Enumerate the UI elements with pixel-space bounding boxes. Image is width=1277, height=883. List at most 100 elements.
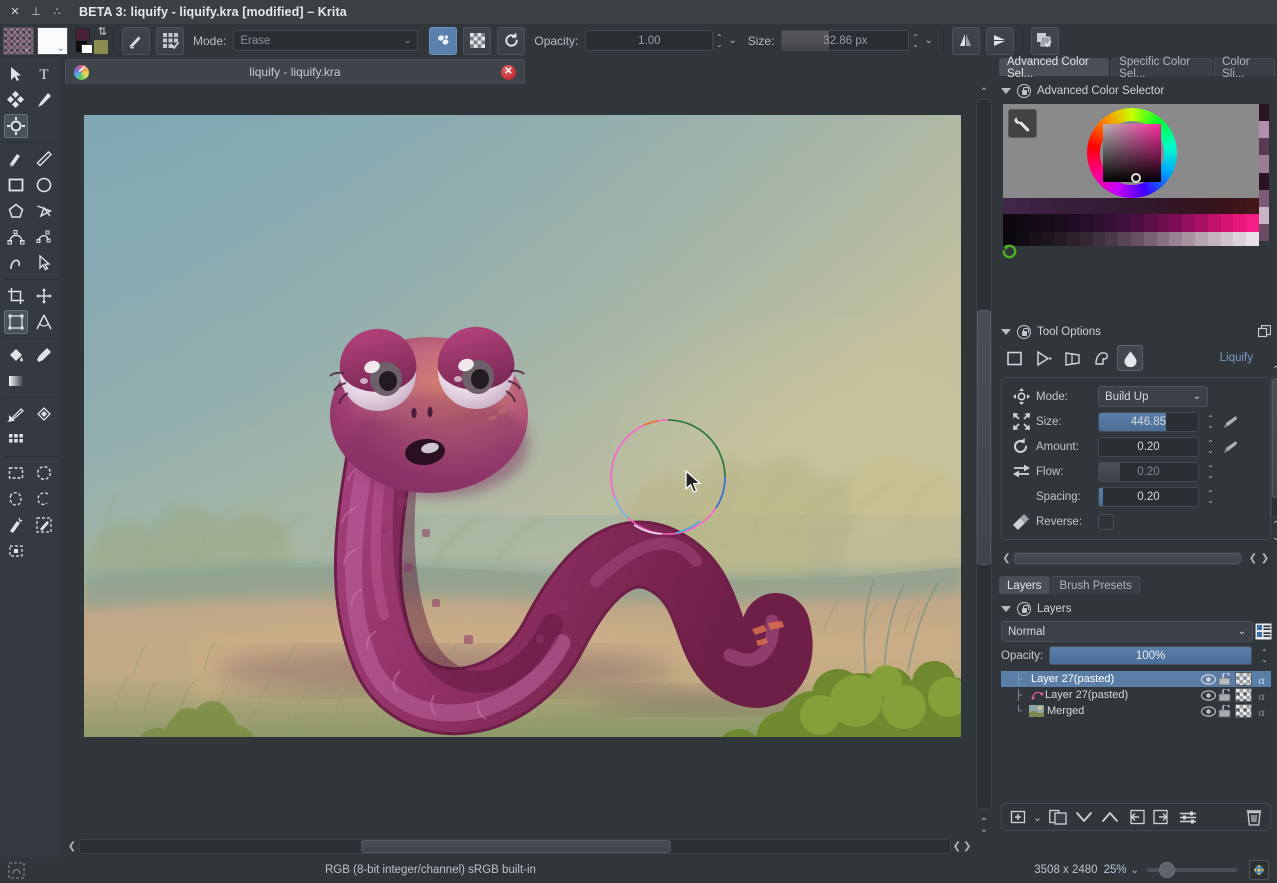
freehand-brush-icon[interactable]: [122, 27, 150, 55]
mirror-vertical-icon[interactable]: [986, 27, 1014, 55]
move-layer-right-button[interactable]: [1150, 806, 1174, 828]
advanced-color-selector[interactable]: [995, 104, 1277, 247]
tool-options-scroll-thumb[interactable]: [1272, 378, 1277, 498]
sidebar-item-transform-tool[interactable]: [4, 310, 28, 334]
tool-options-hscroll-thumb[interactable]: [1014, 553, 1241, 564]
lock-icon[interactable]: [1017, 325, 1031, 339]
sidebar-item-bezier-curve-tool[interactable]: [4, 225, 28, 249]
sidebar-item-multibrush-tool[interactable]: [32, 251, 56, 275]
sidebar-item-calligraphy-tool[interactable]: [32, 88, 56, 112]
zoom-dropdown-icon[interactable]: ⌄: [1131, 865, 1139, 876]
liquify-size-field[interactable]: 446.85: [1098, 412, 1199, 432]
liquify-grow-icon[interactable]: [1006, 412, 1036, 431]
scroll-down-arrow[interactable]: ⌃⌄: [975, 817, 993, 835]
sidebar-item-dynamic-brush-tool[interactable]: [4, 251, 28, 275]
artwork-image[interactable]: [84, 115, 961, 737]
layer-alpha-icon[interactable]: α: [1254, 673, 1269, 686]
brush-preset-swatch[interactable]: ⌄: [3, 27, 34, 55]
scroll-down-arrow-2[interactable]: ⌄: [1270, 531, 1277, 543]
sidebar-item-freehand-select-tool[interactable]: [32, 487, 56, 511]
layer-properties-button[interactable]: [1124, 806, 1148, 828]
scroll-down-arrow-1[interactable]: ⌃: [1270, 519, 1277, 531]
sidebar-item-color-picker-tool[interactable]: [32, 343, 56, 367]
sidebar-item-text-tool[interactable]: T: [32, 62, 56, 86]
opacity-spinner[interactable]: ⌃⌄: [713, 34, 725, 48]
liquify-undo-icon[interactable]: [1006, 512, 1036, 531]
reload-preset-icon[interactable]: [497, 27, 525, 55]
scroll-right-arrows[interactable]: ❮❯: [951, 838, 973, 855]
gradient-swatch[interactable]: ⌄: [37, 27, 68, 55]
canvas-horizontal-scrollbar[interactable]: ❮ ❮❯: [65, 838, 973, 855]
layer-lock-icon[interactable]: [1218, 705, 1233, 718]
eraser-mode-icon[interactable]: [429, 27, 457, 55]
canvas-viewport[interactable]: [65, 85, 973, 835]
layer-settings-button[interactable]: [1176, 806, 1200, 828]
sidebar-item-polygonal-select-tool[interactable]: [4, 487, 28, 511]
sidebar-item-rectangular-select-tool[interactable]: [4, 461, 28, 485]
warp-transform-icon[interactable]: [1088, 345, 1114, 371]
window-minimize-button[interactable]: ⊥: [30, 6, 42, 18]
reverse-checkbox[interactable]: [1098, 514, 1114, 530]
size-pressure-icon[interactable]: [1222, 414, 1238, 429]
layer-thumbnail[interactable]: [1235, 672, 1252, 686]
sidebar-item-ellipse-tool[interactable]: [32, 173, 56, 197]
lock-icon[interactable]: [1017, 602, 1031, 616]
sidebar-item-freehand-brush-tool[interactable]: [4, 114, 28, 138]
palette-history-strip[interactable]: [1259, 104, 1269, 241]
layer-visibility-icon[interactable]: [1201, 674, 1216, 685]
fit-page-icon[interactable]: [1249, 860, 1269, 880]
table-row[interactable]: ├ Layer 27(pasted) α: [1001, 687, 1271, 703]
scroll-prev-arrow[interactable]: ❮: [1247, 552, 1259, 565]
size-spinner[interactable]: ⌃⌄: [909, 34, 921, 48]
sidebar-item-move-tool[interactable]: [32, 284, 56, 308]
layer-blend-mode-combo[interactable]: Normal ⌄: [1001, 621, 1253, 642]
layer-list[interactable]: ├ Layer 27(pasted) α ├ L: [1001, 671, 1271, 801]
mirror-horizontal-icon[interactable]: [952, 27, 980, 55]
layer-visibility-icon[interactable]: [1201, 706, 1216, 717]
tool-options-vertical-scrollbar[interactable]: ⌃ ⌃ ⌄: [1270, 364, 1277, 543]
layer-thumbnail[interactable]: [1235, 688, 1252, 702]
palette-row-saturated[interactable]: [1003, 214, 1259, 232]
opacity-spinner[interactable]: ⌃⌄: [1258, 649, 1271, 663]
sidebar-item-rectangle-tool[interactable]: [4, 173, 28, 197]
liquify-rotate-icon[interactable]: [1006, 437, 1036, 456]
blending-mode-combo[interactable]: Erase ⌄: [233, 30, 418, 51]
sidebar-item-fill-tool[interactable]: [4, 343, 28, 367]
sidebar-item-gradient-tool[interactable]: [4, 369, 28, 393]
collapse-triangle-icon[interactable]: [1001, 329, 1011, 335]
sidebar-item-grid-tool[interactable]: [4, 428, 28, 452]
canvas-vertical-scrollbar[interactable]: ⌃ ⌃⌄: [975, 85, 993, 835]
window-maximize-button[interactable]: ∴: [51, 6, 63, 18]
sidebar-item-measure-tool[interactable]: [32, 310, 56, 334]
layer-view-options-icon[interactable]: [1255, 623, 1272, 640]
delete-layer-button[interactable]: [1243, 806, 1265, 828]
sidebar-item-line-tool[interactable]: [4, 147, 28, 171]
size-slider[interactable]: 32.86 px: [781, 30, 909, 51]
move-layer-up-button[interactable]: [1098, 806, 1122, 828]
duplicate-layer-button[interactable]: [1046, 806, 1070, 828]
zoom-slider-knob[interactable]: [1159, 862, 1175, 878]
spacing-spinner[interactable]: ⌃⌄: [1204, 490, 1217, 504]
sidebar-item-bezier-select-tool[interactable]: [4, 539, 28, 563]
liquify-flow-field[interactable]: 0.20: [1098, 462, 1199, 482]
preserve-alpha-icon[interactable]: [463, 27, 491, 55]
add-layer-button[interactable]: [1007, 806, 1029, 828]
sidebar-item-contiguous-select-tool[interactable]: [4, 513, 28, 537]
tab-specific-color-selector[interactable]: Specific Color Sel...: [1111, 58, 1212, 76]
tab-brush-presets[interactable]: Brush Presets: [1052, 576, 1140, 594]
scroll-up-arrow[interactable]: ⌃: [1270, 364, 1277, 376]
move-transform-icon[interactable]: [1030, 345, 1056, 371]
size-spinner[interactable]: ⌃⌄: [1204, 415, 1217, 429]
collapse-triangle-icon[interactable]: [1001, 88, 1011, 94]
layer-alpha-icon[interactable]: α: [1254, 705, 1269, 718]
sidebar-item-assistant-tool[interactable]: [4, 402, 28, 426]
float-dock-icon[interactable]: [1258, 325, 1271, 338]
layer-opacity-slider[interactable]: 100%: [1049, 646, 1252, 665]
perspective-transform-icon[interactable]: [1059, 345, 1085, 371]
sidebar-item-ruler-tool[interactable]: [32, 147, 56, 171]
sidebar-item-polygon-tool[interactable]: [4, 199, 28, 223]
scroll-left-arrow[interactable]: ❮: [65, 838, 79, 855]
amount-spinner[interactable]: ⌃⌄: [1204, 440, 1217, 454]
table-row[interactable]: └ Merged α: [1001, 703, 1271, 719]
rectangle-shape-icon[interactable]: [1001, 345, 1027, 371]
